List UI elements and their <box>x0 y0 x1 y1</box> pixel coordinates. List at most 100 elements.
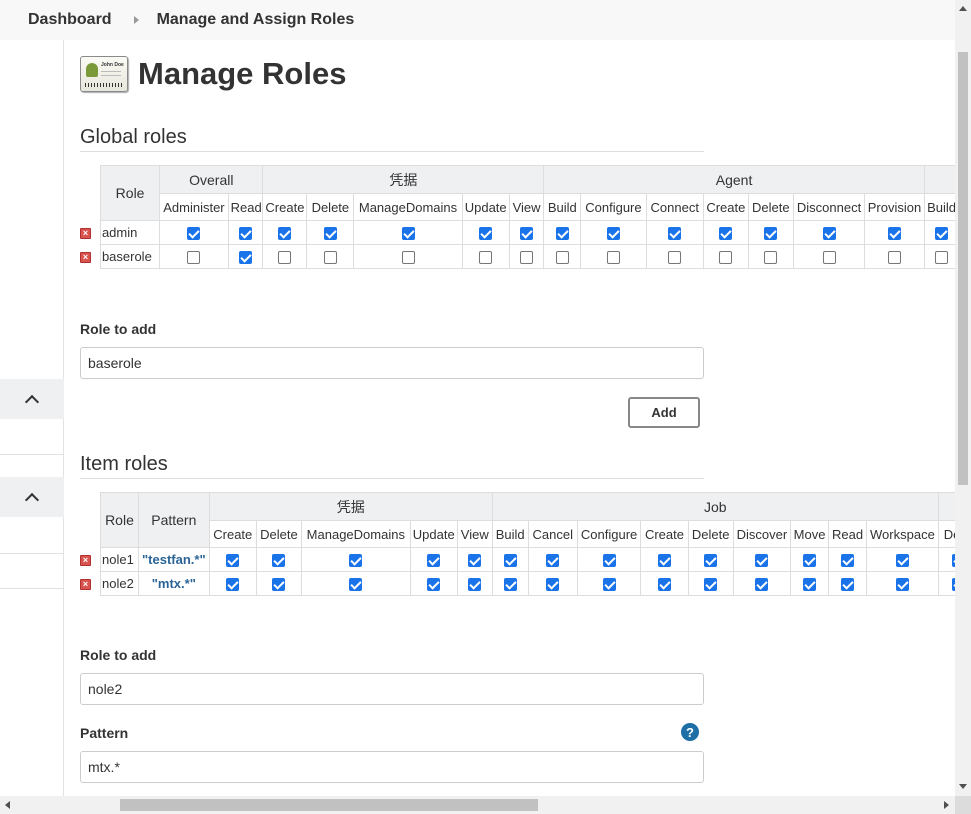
permission-checkbox[interactable] <box>764 227 778 241</box>
permission-checkbox[interactable] <box>719 251 733 265</box>
permission-checkbox[interactable] <box>895 554 909 568</box>
global-role-to-add-input[interactable]: baserole <box>80 347 704 379</box>
permission-cell <box>227 244 264 269</box>
permission-checkbox[interactable] <box>546 578 560 592</box>
permission-checkbox[interactable] <box>401 251 415 265</box>
permission-checkbox[interactable] <box>468 554 482 568</box>
permission-checkbox[interactable] <box>704 578 718 592</box>
permission-checkbox[interactable] <box>323 227 337 241</box>
add-global-role-button[interactable]: Add <box>628 397 700 428</box>
sidebar-collapse-toggle-1[interactable] <box>0 379 64 419</box>
permission-checkbox[interactable] <box>606 227 620 241</box>
delete-x-icon[interactable]: × <box>80 252 91 264</box>
permission-checkbox[interactable] <box>704 554 718 568</box>
permission-checkbox[interactable] <box>278 227 292 241</box>
pattern-column-header: Pattern <box>137 492 210 548</box>
permission-checkbox[interactable] <box>226 578 240 592</box>
vertical-scrollbar[interactable] <box>955 0 971 796</box>
permission-checkbox[interactable] <box>503 554 517 568</box>
permission-cell <box>461 220 510 245</box>
permission-checkbox[interactable] <box>935 227 949 241</box>
item-role-to-add-input[interactable]: nole2 <box>80 673 704 705</box>
permission-header: Build <box>491 520 529 548</box>
permission-checkbox[interactable] <box>887 227 901 241</box>
permission-checkbox[interactable] <box>887 251 901 265</box>
permission-checkbox[interactable] <box>427 554 441 568</box>
permission-checkbox[interactable] <box>841 578 855 592</box>
permission-checkbox[interactable] <box>427 578 441 592</box>
scroll-left-arrow-icon[interactable] <box>5 801 10 809</box>
vertical-scrollbar-thumb[interactable] <box>958 52 968 485</box>
permission-checkbox[interactable] <box>278 251 292 265</box>
permission-checkbox[interactable] <box>479 251 493 265</box>
permission-header: Read <box>227 193 264 221</box>
permission-checkbox[interactable] <box>822 251 836 265</box>
permission-cell <box>937 547 955 572</box>
permission-checkbox[interactable] <box>668 227 682 241</box>
permission-checkbox[interactable] <box>272 578 286 592</box>
permission-cell <box>227 220 264 245</box>
breadcrumb-dashboard[interactable]: Dashboard <box>28 11 112 29</box>
permission-cell <box>491 547 529 572</box>
permission-checkbox[interactable] <box>755 578 769 592</box>
permission-checkbox[interactable] <box>755 554 769 568</box>
horizontal-scrollbar-thumb[interactable] <box>120 799 538 811</box>
permission-checkbox[interactable] <box>468 578 482 592</box>
permission-checkbox[interactable] <box>935 251 949 265</box>
delete-x-icon[interactable]: × <box>80 228 91 240</box>
permission-checkbox[interactable] <box>239 227 253 241</box>
permission-checkbox[interactable] <box>764 251 778 265</box>
permission-checkbox[interactable] <box>479 227 493 241</box>
permission-checkbox[interactable] <box>349 578 363 592</box>
permission-header: Create <box>702 193 749 221</box>
permission-checkbox[interactable] <box>555 227 569 241</box>
permission-cell <box>790 571 830 596</box>
global-roles-heading: Global roles <box>80 126 704 152</box>
permission-checkbox[interactable] <box>239 251 253 265</box>
role-name: nole2 <box>100 571 139 596</box>
permission-checkbox[interactable] <box>520 251 534 265</box>
permission-checkbox[interactable] <box>349 554 363 568</box>
permission-header: Update <box>461 193 510 221</box>
permission-checkbox[interactable] <box>602 554 616 568</box>
delete-x-icon[interactable]: × <box>80 555 91 567</box>
permission-checkbox[interactable] <box>895 578 909 592</box>
scroll-up-arrow-icon[interactable] <box>959 6 967 11</box>
sidebar-collapse-toggle-2[interactable] <box>0 477 64 517</box>
permission-checkbox[interactable] <box>606 251 620 265</box>
permission-checkbox[interactable] <box>841 554 855 568</box>
scroll-right-arrow-icon[interactable] <box>944 801 949 809</box>
scroll-down-arrow-icon[interactable] <box>959 784 967 789</box>
permission-checkbox[interactable] <box>657 554 671 568</box>
permission-checkbox[interactable] <box>555 251 569 265</box>
item-roles-table: Role Pattern 凭据 Job Create Delete ManageDo… <box>80 492 955 596</box>
permission-header: Delet <box>937 520 955 548</box>
permission-cell <box>687 571 734 596</box>
permission-checkbox[interactable] <box>602 578 616 592</box>
permission-checkbox[interactable] <box>822 227 836 241</box>
role-name: baserole <box>99 244 161 269</box>
permission-checkbox[interactable] <box>226 554 240 568</box>
permission-cell <box>702 220 749 245</box>
horizontal-scrollbar[interactable] <box>0 796 955 814</box>
delete-x-icon[interactable]: × <box>80 579 91 591</box>
permission-checkbox[interactable] <box>803 578 817 592</box>
permission-cell <box>456 547 493 572</box>
permission-checkbox[interactable] <box>401 227 415 241</box>
permission-checkbox[interactable] <box>657 578 671 592</box>
permission-checkbox[interactable] <box>187 227 201 241</box>
role-pattern: "mtx.*" <box>137 571 210 596</box>
permission-checkbox[interactable] <box>719 227 733 241</box>
permission-checkbox[interactable] <box>187 251 201 265</box>
permission-checkbox[interactable] <box>323 251 337 265</box>
permission-checkbox[interactable] <box>668 251 682 265</box>
permission-cell <box>790 547 830 572</box>
permission-checkbox[interactable] <box>803 554 817 568</box>
permission-checkbox[interactable] <box>503 578 517 592</box>
help-icon[interactable]: ? <box>681 723 699 741</box>
permission-checkbox[interactable] <box>272 554 286 568</box>
permission-checkbox[interactable] <box>520 227 534 241</box>
permission-checkbox[interactable] <box>546 554 560 568</box>
breadcrumb-current[interactable]: Manage and Assign Roles <box>157 11 355 29</box>
pattern-input[interactable]: mtx.* <box>80 751 704 783</box>
